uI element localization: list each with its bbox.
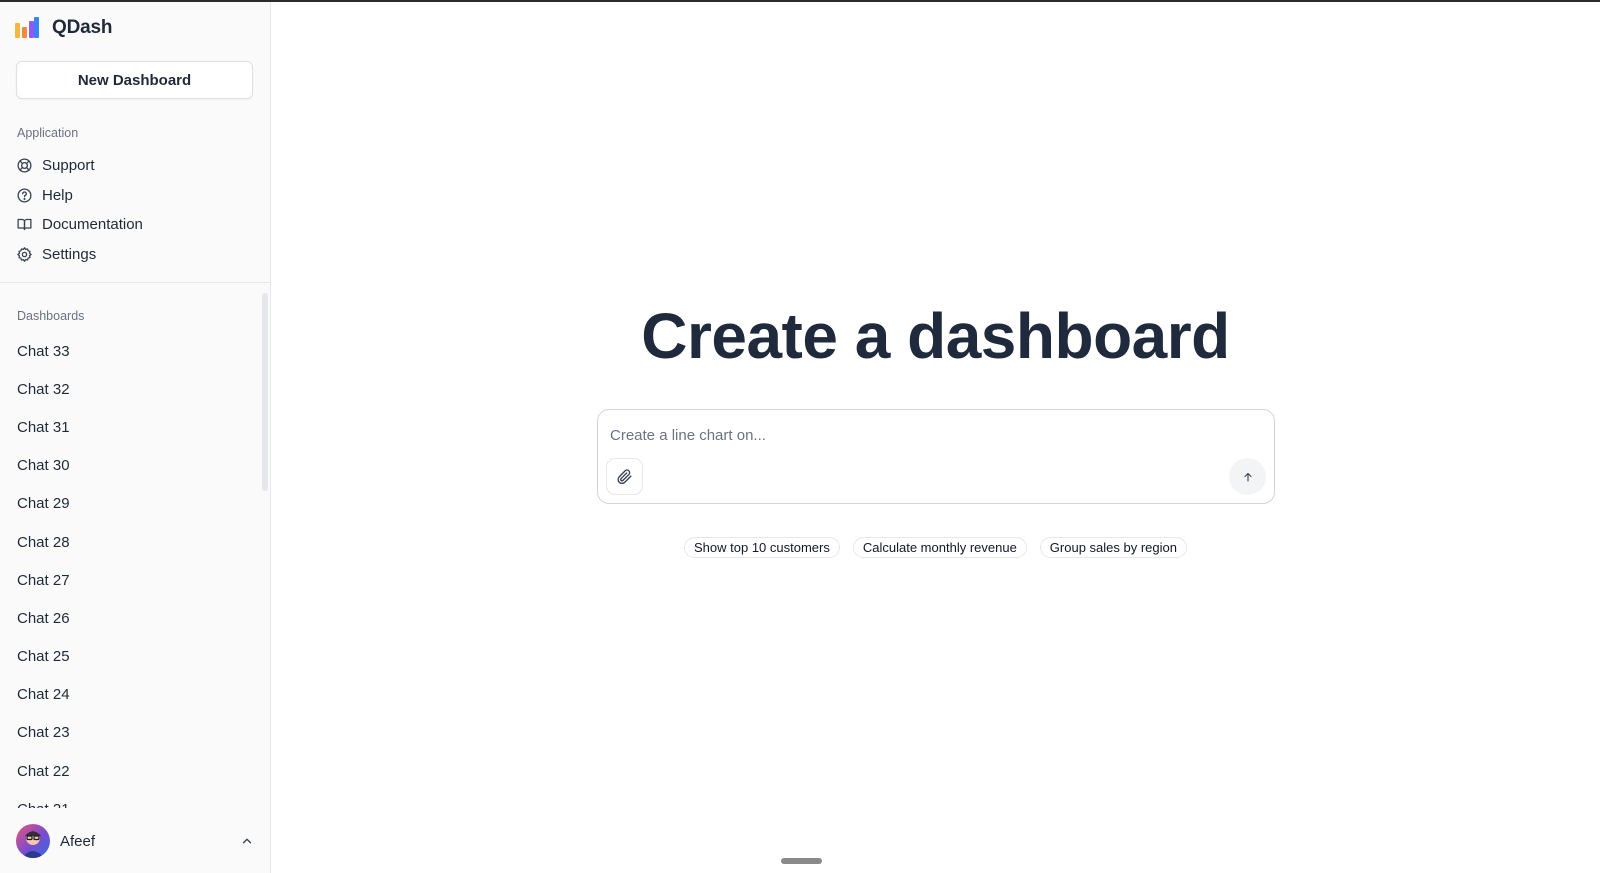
dashboard-list-item[interactable]: Chat 32 xyxy=(0,370,262,408)
sidebar-scrollbar[interactable] xyxy=(262,293,268,491)
application-section-label: Application xyxy=(17,126,79,140)
sidebar: QDash New Dashboard Application Support … xyxy=(0,0,271,873)
nav-item-label: Help xyxy=(42,186,73,204)
application-nav: Support Help Documentation Settings xyxy=(16,151,256,269)
paperclip-icon xyxy=(617,469,632,485)
sidebar-divider xyxy=(0,282,271,283)
nav-item-label: Documentation xyxy=(42,216,143,234)
dashboard-list-item[interactable]: Chat 30 xyxy=(0,447,262,485)
dashboard-list-item[interactable]: Chat 25 xyxy=(0,638,262,676)
new-dashboard-button[interactable]: New Dashboard xyxy=(16,61,253,99)
suggestion-chips: Show top 10 customers Calculate monthly … xyxy=(271,537,1600,558)
nav-item-label: Settings xyxy=(42,246,97,264)
dashboard-list-item[interactable]: Chat 24 xyxy=(0,676,262,714)
lifebuoy-icon xyxy=(17,158,32,173)
drag-handle[interactable] xyxy=(781,858,822,864)
chevron-up-icon[interactable] xyxy=(240,834,254,848)
dashboard-list-item[interactable]: Chat 31 xyxy=(0,408,262,446)
dashboard-list-item[interactable]: Chat 22 xyxy=(0,752,262,790)
attach-button[interactable] xyxy=(606,458,643,495)
nav-item-settings[interactable]: Settings xyxy=(16,240,256,270)
app-name: QDash xyxy=(52,17,113,38)
nav-item-support[interactable]: Support xyxy=(16,151,256,181)
dashboard-list-item[interactable]: Chat 27 xyxy=(0,561,262,599)
dashboard-list-item[interactable]: Chat 29 xyxy=(0,485,262,523)
dashboard-list-item[interactable]: Chat 21 xyxy=(0,790,262,808)
prompt-box xyxy=(597,409,1275,504)
arrow-up-icon xyxy=(1243,472,1252,482)
window-top-border xyxy=(0,0,1600,2)
book-icon xyxy=(17,219,32,231)
dashboards-section-label: Dashboards xyxy=(17,309,85,323)
user-name: Afeef xyxy=(60,832,96,850)
nav-item-help[interactable]: Help xyxy=(16,181,256,211)
prompt-input[interactable] xyxy=(610,420,1250,450)
user-menu[interactable]: Afeef xyxy=(16,824,256,858)
qdash-logo-icon xyxy=(15,17,39,38)
suggestion-chip[interactable]: Show top 10 customers xyxy=(684,537,840,558)
send-button[interactable] xyxy=(1229,458,1266,495)
avatar xyxy=(16,824,50,858)
dashboards-list: Chat 33 Chat 32 Chat 31 Chat 30 Chat 29 Chat … xyxy=(0,332,262,808)
suggestion-chip[interactable]: Calculate monthly revenue xyxy=(852,537,1027,558)
gear-icon xyxy=(17,247,32,262)
dashboard-list-item[interactable]: Chat 26 xyxy=(0,599,262,637)
suggestion-chip[interactable]: Group sales by region xyxy=(1039,537,1187,558)
dashboard-list-item[interactable]: Chat 23 xyxy=(0,714,262,752)
nav-item-documentation[interactable]: Documentation xyxy=(16,210,256,240)
page-title: Create a dashboard xyxy=(641,300,1230,372)
brand[interactable]: QDash xyxy=(14,14,112,42)
help-circle-icon xyxy=(17,188,32,203)
dashboard-list-item[interactable]: Chat 33 xyxy=(0,332,262,370)
nav-item-label: Support xyxy=(42,157,95,175)
dashboard-list-item[interactable]: Chat 28 xyxy=(0,523,262,561)
